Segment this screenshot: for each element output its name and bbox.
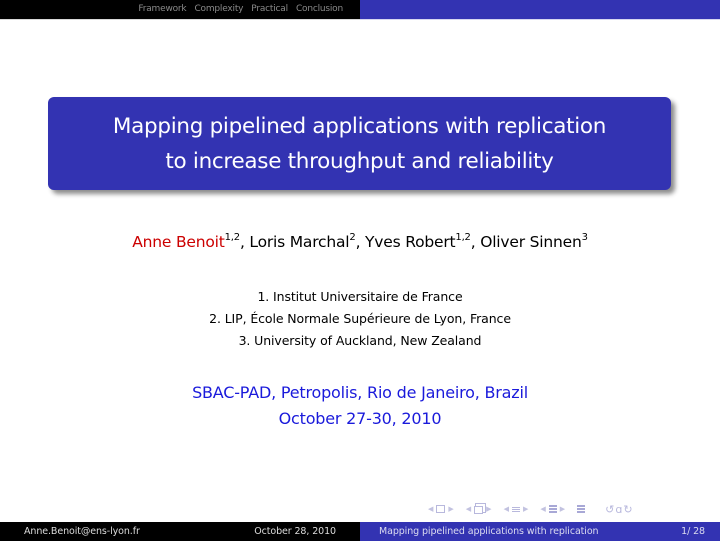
author-affiliation: 3 <box>581 232 588 243</box>
authors-line: Anne Benoit1,2, Loris Marchal2, Yves Rob… <box>0 232 720 252</box>
title-line-1: Mapping pipelined applications with repl… <box>112 113 607 139</box>
header-divider <box>0 19 720 20</box>
nav-section-conclusion[interactable]: Conclusion <box>296 0 343 19</box>
nav-left-arrow-icon[interactable]: ◀ <box>466 505 471 513</box>
section-nav-icon[interactable]: ◀ ▶ <box>504 505 529 513</box>
nav-right-arrow-icon[interactable]: ▶ <box>486 505 491 513</box>
author-presenter: Anne Benoit <box>132 233 225 251</box>
subsection-nav-icon[interactable]: ◀ ▶ <box>466 504 492 514</box>
section-icon <box>511 506 520 512</box>
appendix-icon <box>577 505 586 513</box>
nav-section-framework[interactable]: Framework <box>138 0 186 19</box>
footer-author-email: Anne.Benoit@ens-lyon.fr <box>24 526 140 537</box>
nav-right-arrow-icon[interactable]: ▶ <box>448 505 453 513</box>
slide: Framework Complexity Practical Conclusio… <box>0 0 720 541</box>
author-separator: , <box>470 233 481 251</box>
author-separator: , <box>355 233 366 251</box>
author-affiliation: 1,2 <box>224 232 241 243</box>
conference-dates: October 27-30, 2010 <box>278 409 442 428</box>
nav-section-complexity[interactable]: Complexity <box>194 0 243 19</box>
conference-info: SBAC-PAD, Petropolis, Rio de Janeiro, Br… <box>0 380 720 432</box>
appendix-nav-icon[interactable] <box>577 505 586 513</box>
affiliation-item: 1. Institut Universitaire de France <box>257 289 463 304</box>
search-back-forward-icon[interactable]: ↺ɑ↻ <box>605 503 633 516</box>
beamer-nav-symbols: ◀ ▶ ◀ ▶ ◀ ▶ ◀ ▶ ↺ɑ↻ <box>428 502 634 516</box>
title-block: Mapping pipelined applications with repl… <box>48 97 671 190</box>
nav-section-practical[interactable]: Practical <box>251 0 288 19</box>
footer-bar: Anne.Benoit@ens-lyon.fr October 28, 2010… <box>0 522 720 541</box>
author-separator: , <box>239 233 250 251</box>
subsection-icon <box>474 506 484 514</box>
presentation-icon <box>548 505 557 513</box>
footer-page-number: 1/ 28 <box>681 526 705 537</box>
nav-right-arrow-icon[interactable]: ▶ <box>560 505 565 513</box>
affiliation-item: 3. University of Auckland, New Zealand <box>238 333 482 348</box>
affiliation-item: 2. LIP, École Normale Supérieure de Lyon… <box>209 311 511 326</box>
header-right-panel <box>360 0 720 19</box>
frame-nav-icon[interactable]: ◀ ▶ <box>428 505 454 513</box>
author-name: Yves Robert <box>365 233 456 251</box>
author-affiliation: 1,2 <box>455 232 471 243</box>
author-name: Oliver Sinnen <box>480 233 582 251</box>
conference-name: SBAC-PAD, Petropolis, Rio de Janeiro, Br… <box>192 383 528 402</box>
footer-date: October 28, 2010 <box>254 526 336 537</box>
presentation-nav-icon[interactable]: ◀ ▶ <box>540 505 565 513</box>
footer-right-panel: Mapping pipelined applications with repl… <box>360 522 720 541</box>
header-nav-bar: Framework Complexity Practical Conclusio… <box>0 0 720 19</box>
frame-icon <box>436 505 446 513</box>
affiliations-list: 1. Institut Universitaire de France 2. L… <box>0 286 720 352</box>
nav-left-arrow-icon[interactable]: ◀ <box>504 505 509 513</box>
nav-left-arrow-icon[interactable]: ◀ <box>428 505 433 513</box>
nav-right-arrow-icon[interactable]: ▶ <box>523 505 528 513</box>
footer-short-title: Mapping pipelined applications with repl… <box>379 526 599 537</box>
header-section-nav: Framework Complexity Practical Conclusio… <box>0 0 360 19</box>
footer-left-panel: Anne.Benoit@ens-lyon.fr October 28, 2010 <box>0 522 360 541</box>
title-line-2: to increase throughput and reliability <box>165 148 554 174</box>
nav-left-arrow-icon[interactable]: ◀ <box>540 505 545 513</box>
author-name: Anne Benoit <box>132 233 225 251</box>
author-name: Loris Marchal <box>249 233 350 251</box>
